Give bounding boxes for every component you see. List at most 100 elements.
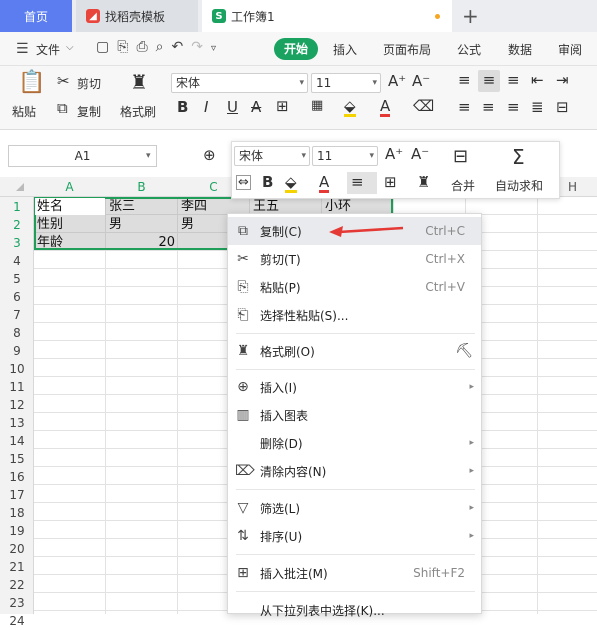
menu-item-insert[interactable]: ⊕ 插入(I) ▸ (228, 373, 481, 401)
cell-b1[interactable]: 张三 (106, 198, 135, 216)
menu-item-sort[interactable]: ⇅ 排序(U) ▸ (228, 522, 481, 550)
floating-autofit-icon[interactable]: ⇔ (236, 175, 251, 190)
format-painter-extra-icon[interactable]: ⛏ (455, 343, 473, 359)
row-header-5[interactable]: 5 (0, 270, 34, 288)
row-header-12[interactable]: 12 (0, 396, 34, 414)
floating-align-icon[interactable]: ≡ (347, 172, 377, 194)
name-box-dropdown-icon[interactable]: ▾ (146, 151, 151, 161)
menu-formula[interactable]: 公式 (457, 41, 481, 58)
select-all-icon[interactable] (16, 183, 24, 191)
font-color-icon[interactable]: A (380, 99, 391, 117)
floating-painter-icon[interactable]: ♜ (417, 175, 430, 190)
col-header-b[interactable]: B (106, 180, 177, 194)
align-right-icon[interactable]: ≡ (507, 100, 520, 115)
redo-icon[interactable]: ↷ (191, 39, 211, 55)
merge-button[interactable]: 合并 (451, 177, 475, 194)
bold-icon[interactable]: B (177, 100, 188, 115)
row-header-16[interactable]: 16 (0, 468, 34, 486)
align-center-icon[interactable]: ≡ (482, 100, 495, 115)
menu-item-paste-special[interactable]: ⎗ 选择性粘贴(S)... (228, 301, 481, 329)
underline-icon[interactable]: U (227, 100, 238, 115)
floating-size-select[interactable]: 11 (312, 146, 378, 166)
menu-data[interactable]: 数据 (508, 41, 532, 58)
strikethrough-icon[interactable]: A (251, 100, 261, 115)
floating-increase-font-icon[interactable]: A⁺ (385, 147, 403, 162)
align-middle-icon[interactable]: ≡ (478, 70, 500, 92)
row-header-14[interactable]: 14 (0, 432, 34, 450)
row-header-15[interactable]: 15 (0, 450, 34, 468)
menu-item-clear[interactable]: ⌦ 清除内容(N) ▸ (228, 457, 481, 485)
row-header-4[interactable]: 4 (0, 252, 34, 270)
scissors-icon[interactable]: ✂ (57, 74, 70, 89)
tab-template[interactable]: ◢ 找稻壳模板 (76, 0, 198, 32)
menu-item-insert-chart[interactable]: ▥ 插入图表 (228, 401, 481, 429)
floating-font-select[interactable]: 宋体 (234, 146, 310, 166)
row-header-22[interactable]: 22 (0, 576, 34, 594)
copy-button[interactable]: 复制 (77, 103, 101, 120)
more-icon[interactable]: ▿ (211, 43, 224, 54)
export-icon[interactable]: ⎘ (117, 39, 136, 55)
new-tab-icon[interactable]: + (462, 4, 479, 28)
copy-icon[interactable]: ⧉ (57, 101, 68, 116)
merge-icon[interactable]: ⊟ (453, 148, 468, 166)
insert-table-icon[interactable]: ▦ (311, 99, 323, 112)
font-size-select[interactable]: 11 (311, 73, 381, 93)
indent-increase-icon[interactable]: ⇥ (556, 73, 569, 88)
menu-start[interactable]: 开始 (274, 38, 318, 60)
decrease-font-icon[interactable]: A⁻ (412, 74, 430, 89)
row-header-7[interactable]: 7 (0, 306, 34, 324)
align-bottom-icon[interactable]: ≡ (507, 73, 520, 88)
row-header-21[interactable]: 21 (0, 558, 34, 576)
row-header-1[interactable]: 1 (0, 198, 34, 216)
undo-icon[interactable]: ↶ (171, 39, 191, 55)
format-painter-icon[interactable]: ♜ (130, 72, 148, 92)
floating-bold-icon[interactable]: B (262, 175, 273, 190)
name-box[interactable]: A1 (8, 145, 157, 167)
format-painter-button[interactable]: 格式刷 (120, 103, 156, 120)
tab-workbook[interactable]: S 工作簿1 (202, 0, 452, 32)
row-header-3[interactable]: 3 (0, 234, 34, 252)
align-left-icon[interactable]: ≡ (458, 100, 471, 115)
menu-item-paste[interactable]: ⎘ 粘贴(P) Ctrl+V (228, 273, 481, 301)
menu-insert[interactable]: 插入 (333, 41, 357, 58)
menu-item-pick-from-list[interactable]: 从下拉列表中选择(K)... (228, 596, 481, 624)
justify-icon[interactable]: ≣ (531, 100, 544, 115)
indent-decrease-icon[interactable]: ⇤ (531, 73, 544, 88)
menu-item-filter[interactable]: ▽ 筛选(L) ▸ (228, 494, 481, 522)
tab-home[interactable]: 首页 (0, 0, 72, 32)
row-header-9[interactable]: 9 (0, 342, 34, 360)
hamburger-icon[interactable]: ☰ (16, 41, 29, 57)
menu-review[interactable]: 审阅 (558, 41, 582, 58)
autosum-button[interactable]: 自动求和 (495, 177, 543, 194)
menu-file[interactable]: 文件 (36, 41, 60, 58)
cell-b3[interactable]: 20 (106, 234, 178, 252)
cut-button[interactable]: 剪切 (77, 75, 101, 92)
row-header-10[interactable]: 10 (0, 360, 34, 378)
zoom-icon[interactable]: ⊕ (203, 148, 216, 163)
paste-button[interactable]: 粘贴 (12, 103, 36, 120)
font-family-select[interactable]: 宋体 (171, 73, 308, 93)
menu-item-delete[interactable]: 删除(D) ▸ (228, 429, 481, 457)
row-header-20[interactable]: 20 (0, 540, 34, 558)
fill-color-icon[interactable]: ⬙ (344, 99, 356, 117)
align-top-icon[interactable]: ≡ (458, 73, 471, 88)
distributed-icon[interactable]: ⊟ (556, 100, 569, 115)
cell-c1[interactable]: 李四 (178, 198, 207, 216)
row-header-13[interactable]: 13 (0, 414, 34, 432)
paste-icon[interactable]: 📋 (18, 72, 45, 94)
cell-a2[interactable]: 性别 (34, 216, 63, 234)
row-header-2[interactable]: 2 (0, 216, 34, 234)
row-header-11[interactable]: 11 (0, 378, 34, 396)
cell-a3[interactable]: 年龄 (34, 234, 63, 252)
sum-icon[interactable]: Σ (512, 147, 525, 167)
cell-a1[interactable]: 姓名 (34, 198, 63, 216)
italic-icon[interactable]: I (204, 100, 208, 115)
row-header-18[interactable]: 18 (0, 504, 34, 522)
cell-b2[interactable]: 男 (106, 216, 122, 234)
print-icon[interactable]: ⎙ (136, 39, 155, 55)
row-header-6[interactable]: 6 (0, 288, 34, 306)
floating-border-icon[interactable]: ⊞ (384, 175, 397, 190)
row-header-24[interactable]: 24 (0, 612, 34, 630)
floating-font-color-icon[interactable]: A (319, 175, 330, 193)
floating-fill-color-icon[interactable]: ⬙ (285, 175, 297, 193)
